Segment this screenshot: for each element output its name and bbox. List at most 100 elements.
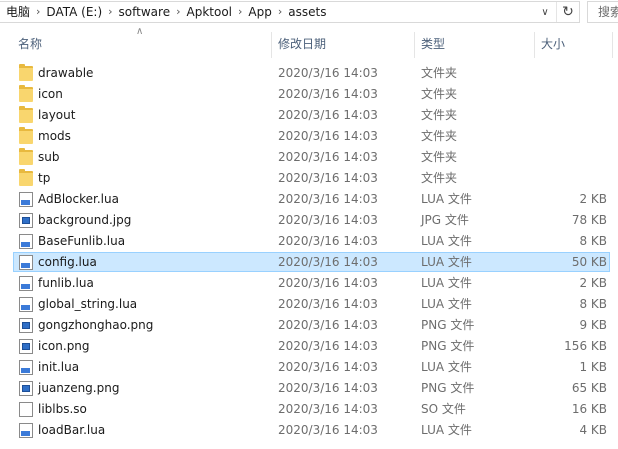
- chevron-right-icon[interactable]: ›: [276, 2, 284, 22]
- folder-icon: [19, 127, 33, 144]
- image-file-icon: [19, 213, 33, 228]
- column-divider[interactable]: [534, 32, 535, 58]
- breadcrumb-drive[interactable]: DATA (E:): [42, 2, 106, 22]
- lua-file-icon: [19, 360, 33, 375]
- folder-icon: [19, 148, 33, 165]
- file-type: 文件夹: [421, 108, 458, 122]
- file-row[interactable]: background.jpg 2020/3/16 14:03 JPG 文件 78 KB: [0, 210, 618, 231]
- image-file-icon: [19, 339, 33, 354]
- file-date-modified: 2020/3/16 14:03: [278, 318, 378, 332]
- column-header-date[interactable]: 修改日期: [278, 28, 326, 60]
- breadcrumb-app[interactable]: App: [244, 2, 275, 22]
- file-row[interactable]: funlib.lua 2020/3/16 14:03 LUA 文件 2 KB: [0, 273, 618, 294]
- file-name: icon: [38, 87, 63, 101]
- chevron-right-icon[interactable]: ›: [34, 2, 42, 22]
- file-name: sub: [38, 150, 60, 164]
- file-date-modified: 2020/3/16 14:03: [278, 276, 378, 290]
- file-row[interactable]: BaseFunlib.lua 2020/3/16 14:03 LUA 文件 8 KB: [0, 231, 618, 252]
- lua-file-icon: [19, 234, 33, 249]
- file-date-modified: 2020/3/16 14:03: [278, 213, 378, 227]
- file-type: 文件夹: [421, 87, 458, 101]
- file-row[interactable]: gongzhonghao.png 2020/3/16 14:03 PNG 文件 9 K…: [0, 315, 618, 336]
- breadcrumb-software[interactable]: software: [115, 2, 175, 22]
- file-size: 1 KB: [579, 360, 607, 374]
- file-type: LUA 文件: [421, 360, 472, 374]
- lua-file-icon: [19, 297, 33, 312]
- file-type: LUA 文件: [421, 255, 472, 269]
- breadcrumb-assets[interactable]: assets: [284, 2, 330, 22]
- file-row[interactable]: drawable 2020/3/16 14:03 文件夹: [0, 63, 618, 84]
- column-header-size[interactable]: 大小: [541, 28, 565, 60]
- file-type: 文件夹: [421, 171, 458, 185]
- file-date-modified: 2020/3/16 14:03: [278, 66, 378, 80]
- column-header-type[interactable]: 类型: [421, 28, 445, 60]
- file-date-modified: 2020/3/16 14:03: [278, 192, 378, 206]
- file-row[interactable]: loadBar.lua 2020/3/16 14:03 LUA 文件 4 KB: [0, 420, 618, 441]
- file-type: PNG 文件: [421, 339, 475, 353]
- refresh-icon[interactable]: ↻: [556, 2, 579, 22]
- file-type: SO 文件: [421, 402, 466, 416]
- column-divider[interactable]: [414, 32, 415, 58]
- file-type: LUA 文件: [421, 276, 472, 290]
- file-row[interactable]: global_string.lua 2020/3/16 14:03 LUA 文件 8 …: [0, 294, 618, 315]
- file-row[interactable]: liblbs.so 2020/3/16 14:03 SO 文件 16 KB: [0, 399, 618, 420]
- file-size: 4 KB: [579, 423, 607, 437]
- file-name: init.lua: [38, 360, 80, 374]
- file-date-modified: 2020/3/16 14:03: [278, 402, 378, 416]
- file-type: LUA 文件: [421, 234, 472, 248]
- file-name: tp: [38, 171, 51, 185]
- file-date-modified: 2020/3/16 14:03: [278, 108, 378, 122]
- search-input[interactable]: 搜索: [587, 1, 618, 23]
- file-size: 9 KB: [579, 318, 607, 332]
- file-size: 156 KB: [564, 339, 607, 353]
- file-row[interactable]: layout 2020/3/16 14:03 文件夹: [0, 105, 618, 126]
- file-row[interactable]: AdBlocker.lua 2020/3/16 14:03 LUA 文件 2 KB: [0, 189, 618, 210]
- file-name: gongzhonghao.png: [38, 318, 154, 332]
- address-box[interactable]: 电脑 › DATA (E:) › software › Apktool › Ap…: [0, 1, 580, 23]
- file-date-modified: 2020/3/16 14:03: [278, 339, 378, 353]
- column-divider[interactable]: [271, 32, 272, 58]
- lua-file-icon: [19, 255, 33, 270]
- file-type: 文件夹: [421, 129, 458, 143]
- file-row[interactable]: juanzeng.png 2020/3/16 14:03 PNG 文件 65 KB: [0, 378, 618, 399]
- folder-icon: [19, 169, 33, 186]
- lua-file-icon: [19, 276, 33, 291]
- chevron-right-icon[interactable]: ›: [106, 2, 114, 22]
- file-name: layout: [38, 108, 76, 122]
- file-date-modified: 2020/3/16 14:03: [278, 129, 378, 143]
- column-divider[interactable]: [612, 32, 613, 58]
- chevron-down-icon[interactable]: ∨: [535, 2, 555, 22]
- file-row[interactable]: tp 2020/3/16 14:03 文件夹: [0, 168, 618, 189]
- file-name: liblbs.so: [38, 402, 87, 416]
- file-type: PNG 文件: [421, 318, 475, 332]
- file-row[interactable]: icon 2020/3/16 14:03 文件夹: [0, 84, 618, 105]
- image-file-icon: [19, 318, 33, 333]
- file-date-modified: 2020/3/16 14:03: [278, 150, 378, 164]
- file-row[interactable]: mods 2020/3/16 14:03 文件夹: [0, 126, 618, 147]
- file-size: 8 KB: [579, 297, 607, 311]
- file-row[interactable]: config.lua 2020/3/16 14:03 LUA 文件 50 KB: [0, 252, 618, 273]
- breadcrumb-apktool[interactable]: Apktool: [183, 2, 237, 22]
- chevron-right-icon[interactable]: ›: [174, 2, 182, 22]
- folder-icon: [19, 106, 33, 123]
- file-size: 65 KB: [571, 381, 607, 395]
- column-header-name[interactable]: 名称: [18, 28, 42, 60]
- file-row[interactable]: init.lua 2020/3/16 14:03 LUA 文件 1 KB: [0, 357, 618, 378]
- blank-file-icon: [19, 402, 33, 417]
- file-name: icon.png: [38, 339, 90, 353]
- file-size: 8 KB: [579, 234, 607, 248]
- file-name: config.lua: [38, 255, 97, 269]
- sort-ascending-icon: ∧: [136, 26, 144, 37]
- file-type: LUA 文件: [421, 423, 472, 437]
- image-file-icon: [19, 381, 33, 396]
- folder-icon: [19, 85, 33, 102]
- file-row[interactable]: sub 2020/3/16 14:03 文件夹: [0, 147, 618, 168]
- file-date-modified: 2020/3/16 14:03: [278, 234, 378, 248]
- file-name: global_string.lua: [38, 297, 138, 311]
- file-date-modified: 2020/3/16 14:03: [278, 423, 378, 437]
- file-row[interactable]: icon.png 2020/3/16 14:03 PNG 文件 156 KB: [0, 336, 618, 357]
- lua-file-icon: [19, 192, 33, 207]
- breadcrumb-computer[interactable]: 电脑: [2, 2, 34, 22]
- chevron-right-icon[interactable]: ›: [236, 2, 244, 22]
- folder-icon: [19, 64, 33, 81]
